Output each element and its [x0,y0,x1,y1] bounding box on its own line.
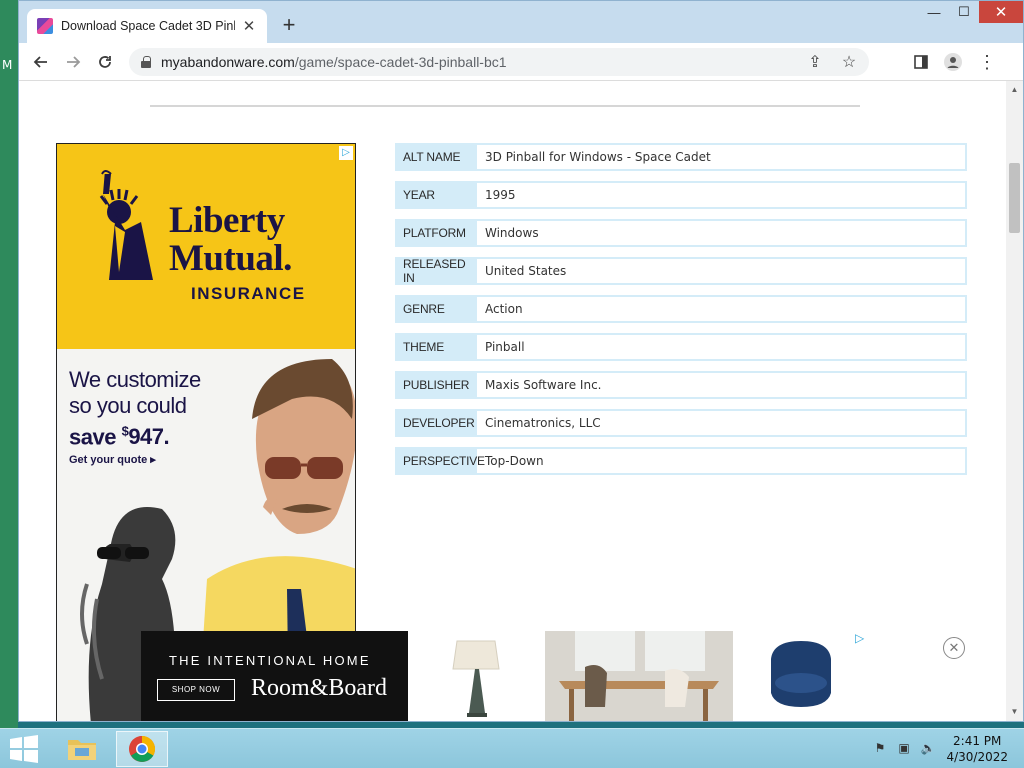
site-favicon-icon [37,18,53,34]
game-info-table: ALT NAME 3D Pinball for Windows - Space C… [395,143,967,485]
chrome-taskbar-button[interactable] [116,731,168,767]
browser-toolbar: myabandonware.com /game/space-cadet-3d-p… [19,43,1023,81]
info-key: PUBLISHER [397,373,477,397]
brand-line-2: Mutual. [169,238,292,279]
page-viewport: Liberty Mutual. INSURANCE ▷ We customize… [19,81,1007,721]
new-tab-button[interactable]: + [277,13,301,37]
windows-start-icon[interactable] [8,735,40,763]
info-value[interactable]: 3D Pinball for Windows - Space Cadet [477,145,965,169]
info-key: THEME [397,335,477,359]
action-center-flag-icon[interactable]: ⚑ [872,741,888,755]
info-row: PLATFORM Windows [395,219,967,247]
ad-headline: We customize so you could save $947. [69,367,219,450]
folder-icon [68,740,96,760]
volume-muted-icon[interactable]: 🔈 [920,741,936,755]
blue-chair-image [771,641,831,707]
info-key: DEVELOPER [397,411,477,435]
scroll-up-arrow-icon[interactable]: ▲ [1006,83,1023,97]
page-scrollbar[interactable]: ▲ ▼ [1006,81,1023,721]
info-key: ALT NAME [397,145,477,169]
system-tray: ⚑ ▣ 🔈 [872,741,936,755]
reload-icon[interactable] [93,50,117,74]
ad-brand-block: THE INTENTIONAL HOME SHOP NOW Room&Board [141,631,408,721]
url-path: /game/space-cadet-3d-pinball-bc1 [294,54,507,70]
ad-headline-amount: 947. [128,424,170,450]
info-value[interactable]: Maxis Software Inc. [477,373,965,397]
brand-subtitle: INSURANCE [191,284,306,303]
scroll-thumb[interactable] [1009,163,1020,233]
ad-brand-panel: Liberty Mutual. INSURANCE [57,144,355,349]
info-row: ALT NAME 3D Pinball for Windows - Space C… [395,143,967,171]
ad-logo: Room&Board [251,675,387,701]
share-icon[interactable]: ⇪ [805,52,825,72]
info-key: PLATFORM [397,221,477,245]
info-value[interactable]: Pinball [477,335,965,359]
desktop-icon-strip [0,0,18,730]
adchoices-icon[interactable]: ▷ [339,146,353,160]
divider [150,105,860,107]
chrome-icon [129,735,156,762]
profile-avatar-icon[interactable] [941,50,965,74]
file-explorer-taskbar-button[interactable] [56,731,108,767]
info-row: GENRE Action [395,295,967,323]
desktop-label: M [2,58,13,72]
window-controls: — ☐ ✕ [919,1,1023,25]
info-value[interactable]: Top-Down [477,449,965,473]
info-row: PUBLISHER Maxis Software Inc. [395,371,967,399]
tab-close-icon[interactable]: ✕ [241,17,257,35]
info-row: YEAR 1995 [395,181,967,209]
info-value[interactable]: Cinematronics, LLC [477,411,965,435]
scroll-down-arrow-icon[interactable]: ▼ [1006,705,1023,719]
info-key: GENRE [397,297,477,321]
info-value[interactable]: Action [477,297,965,321]
shop-now-button[interactable]: SHOP NOW [157,679,235,701]
address-bar[interactable]: myabandonware.com /game/space-cadet-3d-p… [129,48,869,76]
browser-tab[interactable]: Download Space Cadet 3D Pinba ✕ [27,9,267,43]
network-icon[interactable]: ▣ [896,741,912,755]
info-key: YEAR [397,183,477,207]
info-value[interactable]: United States [477,259,965,283]
close-window-button[interactable]: ✕ [979,1,1023,23]
info-row: DEVELOPER Cinematronics, LLC [395,409,967,437]
ad-tagline: THE INTENTIONAL HOME [169,653,371,668]
clock-time: 2:41 PM [953,734,1002,748]
adchoices-icon[interactable]: ▷ [855,631,864,645]
system-clock[interactable]: 2:41 PM 4/30/2022 [946,733,1008,765]
clock-date: 4/30/2022 [946,750,1008,764]
ad-headline-line-1: We customize [69,367,201,392]
browser-window: Download Space Cadet 3D Pinba ✕ + — ☐ ✕ … [18,0,1024,722]
room-and-board-ad[interactable]: THE INTENTIONAL HOME SHOP NOW Room&Board [141,631,987,721]
info-key: RELEASED IN [397,257,477,285]
bookmark-star-icon[interactable]: ☆ [839,52,859,72]
ad-headline-save: save [69,424,116,450]
info-value[interactable]: Windows [477,221,965,245]
forward-arrow-icon[interactable] [61,50,85,74]
statue-of-liberty-logo-icon [99,170,153,280]
omnibox-actions: ⇪ ☆ [805,52,859,72]
windows-taskbar: ⚑ ▣ 🔈 2:41 PM 4/30/2022 [0,728,1024,768]
kebab-menu-icon[interactable]: ⋮ [975,50,999,74]
tab-title: Download Space Cadet 3D Pinba [61,19,235,33]
ad-headline-line-2: so you could [69,393,187,418]
info-value[interactable]: 1995 [477,183,965,207]
info-key: PERSPECTIVE [397,449,485,473]
side-panel-icon[interactable] [909,50,933,74]
info-row: RELEASED IN United States [395,257,967,285]
lock-icon[interactable] [141,56,151,68]
brand-name: Liberty Mutual. [169,202,292,278]
info-row: THEME Pinball [395,333,967,361]
close-ad-icon[interactable]: ✕ [943,637,965,659]
title-bar: Download Space Cadet 3D Pinba ✕ + — ☐ ✕ [19,1,1023,43]
back-arrow-icon[interactable] [29,50,53,74]
lamp-image [452,640,500,717]
brand-line-1: Liberty [169,200,285,241]
get-quote-link[interactable]: Get your quote ▸ [69,453,156,466]
url-host: myabandonware.com [161,54,295,70]
maximize-button[interactable]: ☐ [949,1,979,23]
dining-room-image [545,631,733,721]
info-row: PERSPECTIVE Top-Down [395,447,967,475]
minimize-button[interactable]: — [919,1,949,23]
